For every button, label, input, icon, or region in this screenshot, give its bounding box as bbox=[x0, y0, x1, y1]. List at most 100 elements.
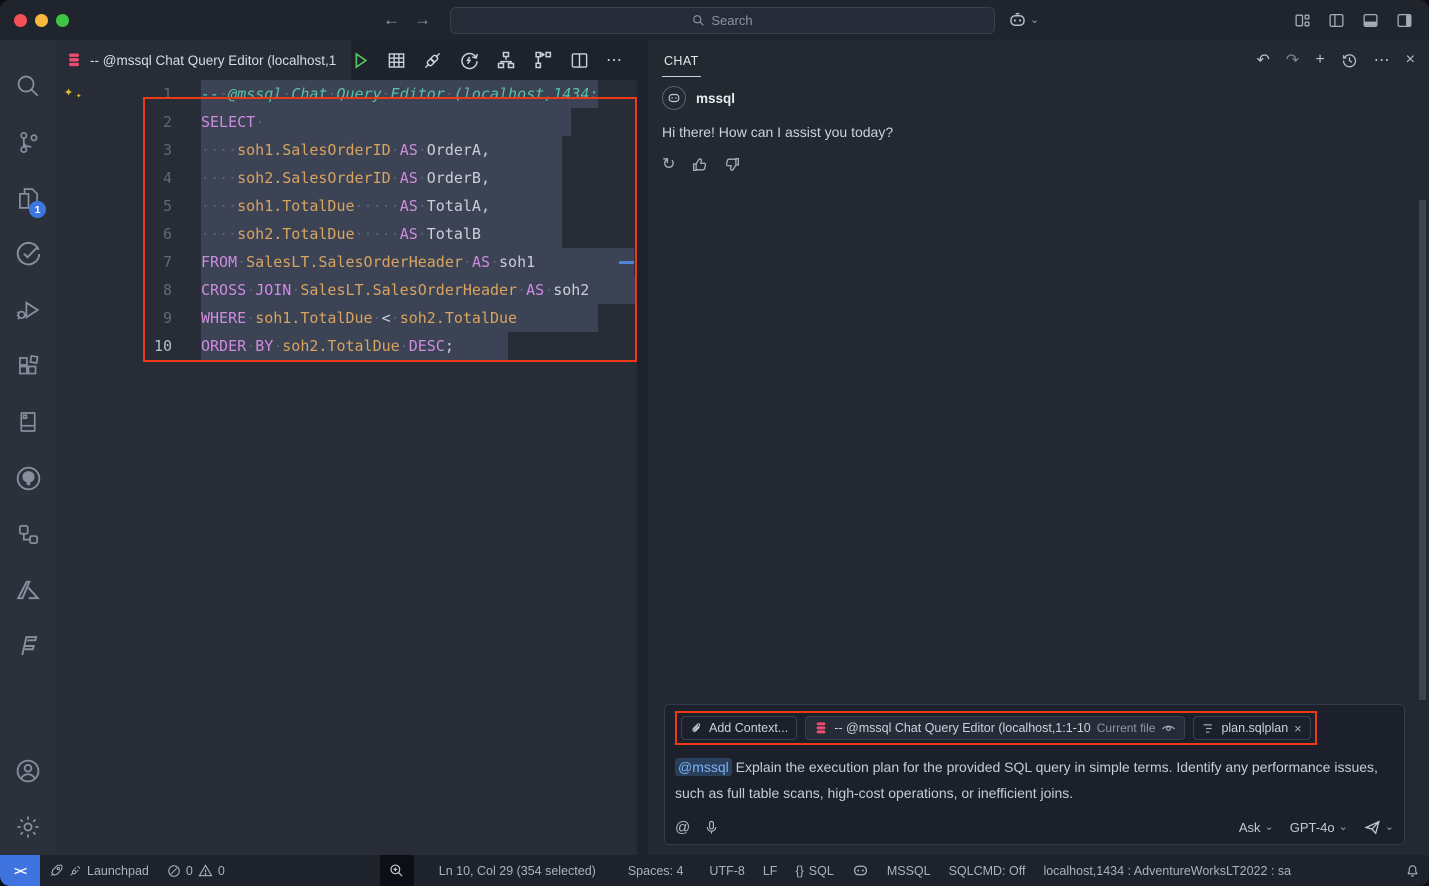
problems-item[interactable]: 0 0 bbox=[158, 855, 234, 886]
activity-github[interactable] bbox=[4, 450, 52, 506]
context-chip-file[interactable]: -- @mssql Chat Query Editor (localhost,1… bbox=[805, 716, 1185, 740]
copilot-status-item[interactable] bbox=[843, 855, 878, 886]
cursor-position-item[interactable]: Ln 10, Col 29 (354 selected) bbox=[430, 855, 605, 886]
code-line[interactable]: 5····soh1.TotalDue·····AS·TotalA, bbox=[56, 192, 637, 220]
code-line[interactable]: 2SELECT· bbox=[56, 108, 637, 136]
estimated-plan-icon[interactable] bbox=[496, 50, 516, 70]
new-chat-icon[interactable]: + bbox=[1315, 51, 1324, 69]
rocket-icon bbox=[49, 863, 64, 878]
results-grid-icon[interactable] bbox=[387, 51, 406, 70]
model-dropdown[interactable]: GPT-4o⌄ bbox=[1290, 820, 1348, 835]
tab-chat[interactable]: CHAT bbox=[662, 44, 701, 77]
copilot-icon bbox=[667, 91, 681, 105]
copilot-sparkle-icon[interactable]: ✦✦ bbox=[64, 82, 88, 100]
line-number: 10 bbox=[56, 332, 172, 360]
editor-tab[interactable]: -- @mssql Chat Query Editor (localhost,1 bbox=[56, 40, 351, 80]
redo-icon[interactable]: ↷ bbox=[1286, 50, 1299, 70]
search-icon bbox=[15, 73, 41, 99]
activity-source-control[interactable] bbox=[4, 114, 52, 170]
activity-fabric[interactable] bbox=[4, 618, 52, 674]
line-number: 8 bbox=[56, 276, 172, 304]
notifications-bell[interactable] bbox=[1396, 855, 1429, 886]
code-line[interactable]: 7FROM·SalesLT.SalesOrderHeader·AS·soh1 bbox=[56, 248, 637, 276]
send-button[interactable]: ⌄ bbox=[1364, 819, 1394, 836]
activity-run-debug[interactable] bbox=[4, 282, 52, 338]
close-window-button[interactable] bbox=[14, 14, 27, 27]
maximize-window-button[interactable] bbox=[56, 14, 69, 27]
plug-icon bbox=[69, 864, 82, 877]
chat-panel-header: CHAT ↶ ↷ + ⋯ × bbox=[648, 40, 1429, 80]
code-line[interactable]: 4····soh2.SalesOrderID·AS·OrderB, bbox=[56, 164, 637, 192]
minimize-window-button[interactable] bbox=[35, 14, 48, 27]
activity-search[interactable] bbox=[4, 58, 52, 114]
history-icon[interactable] bbox=[1341, 52, 1358, 69]
activity-explorer[interactable]: 1 bbox=[4, 170, 52, 226]
line-number: 4 bbox=[56, 164, 172, 192]
context-chip-plan-label: plan.sqlplan bbox=[1221, 721, 1288, 735]
chevron-down-icon: ⌄ bbox=[1385, 822, 1394, 833]
command-center-search[interactable]: Search bbox=[450, 7, 995, 34]
run-query-icon[interactable] bbox=[351, 51, 370, 70]
code-line[interactable]: 1--·@mssql·Chat·Query·Editor·(localhost,… bbox=[56, 80, 637, 108]
code-line[interactable]: 6····soh2.TotalDue·····AS·TotalB bbox=[56, 220, 637, 248]
code-line[interactable]: 8CROSS·JOIN·SalesLT.SalesOrderHeader·AS·… bbox=[56, 276, 637, 304]
undo-icon[interactable]: ↶ bbox=[1257, 50, 1270, 70]
disconnect-icon[interactable] bbox=[423, 51, 442, 70]
toggle-secondary-sidebar-icon[interactable] bbox=[1396, 12, 1413, 29]
activity-extensions[interactable] bbox=[4, 338, 52, 394]
activity-settings[interactable] bbox=[4, 799, 52, 855]
activity-object-explorer[interactable] bbox=[4, 506, 52, 562]
code-lines: 1--·@mssql·Chat·Query·Editor·(localhost,… bbox=[56, 80, 637, 360]
activity-azure[interactable] bbox=[4, 562, 52, 618]
microphone-icon[interactable] bbox=[704, 820, 719, 835]
actual-plan-icon[interactable] bbox=[533, 50, 553, 70]
tab-title: -- @mssql Chat Query Editor (localhost,1 bbox=[90, 53, 336, 68]
copilot-menu[interactable]: ⌄ bbox=[1008, 11, 1039, 30]
check-circle-icon bbox=[15, 241, 41, 267]
remote-indicator[interactable]: >< bbox=[0, 855, 40, 886]
context-chip-plan[interactable]: plan.sqlplan × bbox=[1193, 716, 1310, 740]
chat-scrollbar[interactable] bbox=[1419, 200, 1426, 700]
mode-dropdown[interactable]: Ask⌄ bbox=[1239, 820, 1274, 835]
code-line[interactable]: 10ORDER·BY·soh2.TotalDue·DESC; bbox=[56, 332, 637, 360]
retry-icon[interactable]: ↻ bbox=[662, 154, 675, 174]
connection-item[interactable]: localhost,1434 : AdventureWorksLT2022 : … bbox=[1034, 855, 1300, 886]
language-mode-item[interactable]: {}SQL bbox=[786, 855, 842, 886]
close-icon[interactable]: × bbox=[1406, 51, 1415, 69]
eol-item[interactable]: LF bbox=[754, 855, 787, 886]
line-number: 5 bbox=[56, 192, 172, 220]
code-editor[interactable]: ✦✦ 1--·@mssql·Chat·Query·Editor·(localho… bbox=[56, 80, 637, 855]
chat-input-text[interactable]: @mssql Explain the execution plan for th… bbox=[675, 755, 1394, 807]
back-icon[interactable]: ← bbox=[383, 10, 400, 30]
toggle-primary-sidebar-icon[interactable] bbox=[1328, 12, 1345, 29]
indentation-item[interactable]: Spaces: 4 bbox=[619, 855, 693, 886]
forward-icon[interactable]: → bbox=[414, 10, 431, 30]
thumbs-up-icon[interactable] bbox=[691, 156, 708, 173]
close-icon[interactable]: × bbox=[1294, 721, 1302, 736]
debug-icon bbox=[15, 297, 41, 323]
search-icon bbox=[692, 14, 705, 27]
vscode-window: ← → Search ⌄ 1 bbox=[0, 0, 1429, 886]
activity-notebook[interactable] bbox=[4, 394, 52, 450]
code-line[interactable]: 3····soh1.SalesOrderID·AS·OrderA, bbox=[56, 136, 637, 164]
more-icon[interactable]: ⋯ bbox=[1374, 50, 1390, 70]
more-actions-icon[interactable]: ⋯ bbox=[606, 50, 623, 70]
split-editor-icon[interactable] bbox=[570, 51, 589, 70]
activity-accounts[interactable] bbox=[4, 743, 52, 799]
customize-layout-icon[interactable] bbox=[1294, 12, 1311, 29]
eye-icon[interactable] bbox=[1161, 721, 1176, 736]
extensions-icon bbox=[16, 354, 41, 379]
mention-button[interactable]: @ bbox=[675, 819, 690, 836]
activity-testing[interactable] bbox=[4, 226, 52, 282]
sqlcmd-item[interactable]: SQLCMD: Off bbox=[940, 855, 1035, 886]
encoding-item[interactable]: UTF-8 bbox=[700, 855, 753, 886]
launchpad-item[interactable]: Launchpad bbox=[40, 855, 158, 886]
mssql-item[interactable]: MSSQL bbox=[878, 855, 940, 886]
change-connection-icon[interactable] bbox=[459, 50, 479, 70]
add-context-button[interactable]: Add Context... bbox=[681, 716, 797, 740]
line-number: 2 bbox=[56, 108, 172, 136]
toggle-panel-icon[interactable] bbox=[1362, 12, 1379, 29]
thumbs-down-icon[interactable] bbox=[724, 156, 741, 173]
code-line[interactable]: 9WHERE·soh1.TotalDue·<·soh2.TotalDue bbox=[56, 304, 637, 332]
zoom-indicator[interactable] bbox=[380, 855, 414, 886]
